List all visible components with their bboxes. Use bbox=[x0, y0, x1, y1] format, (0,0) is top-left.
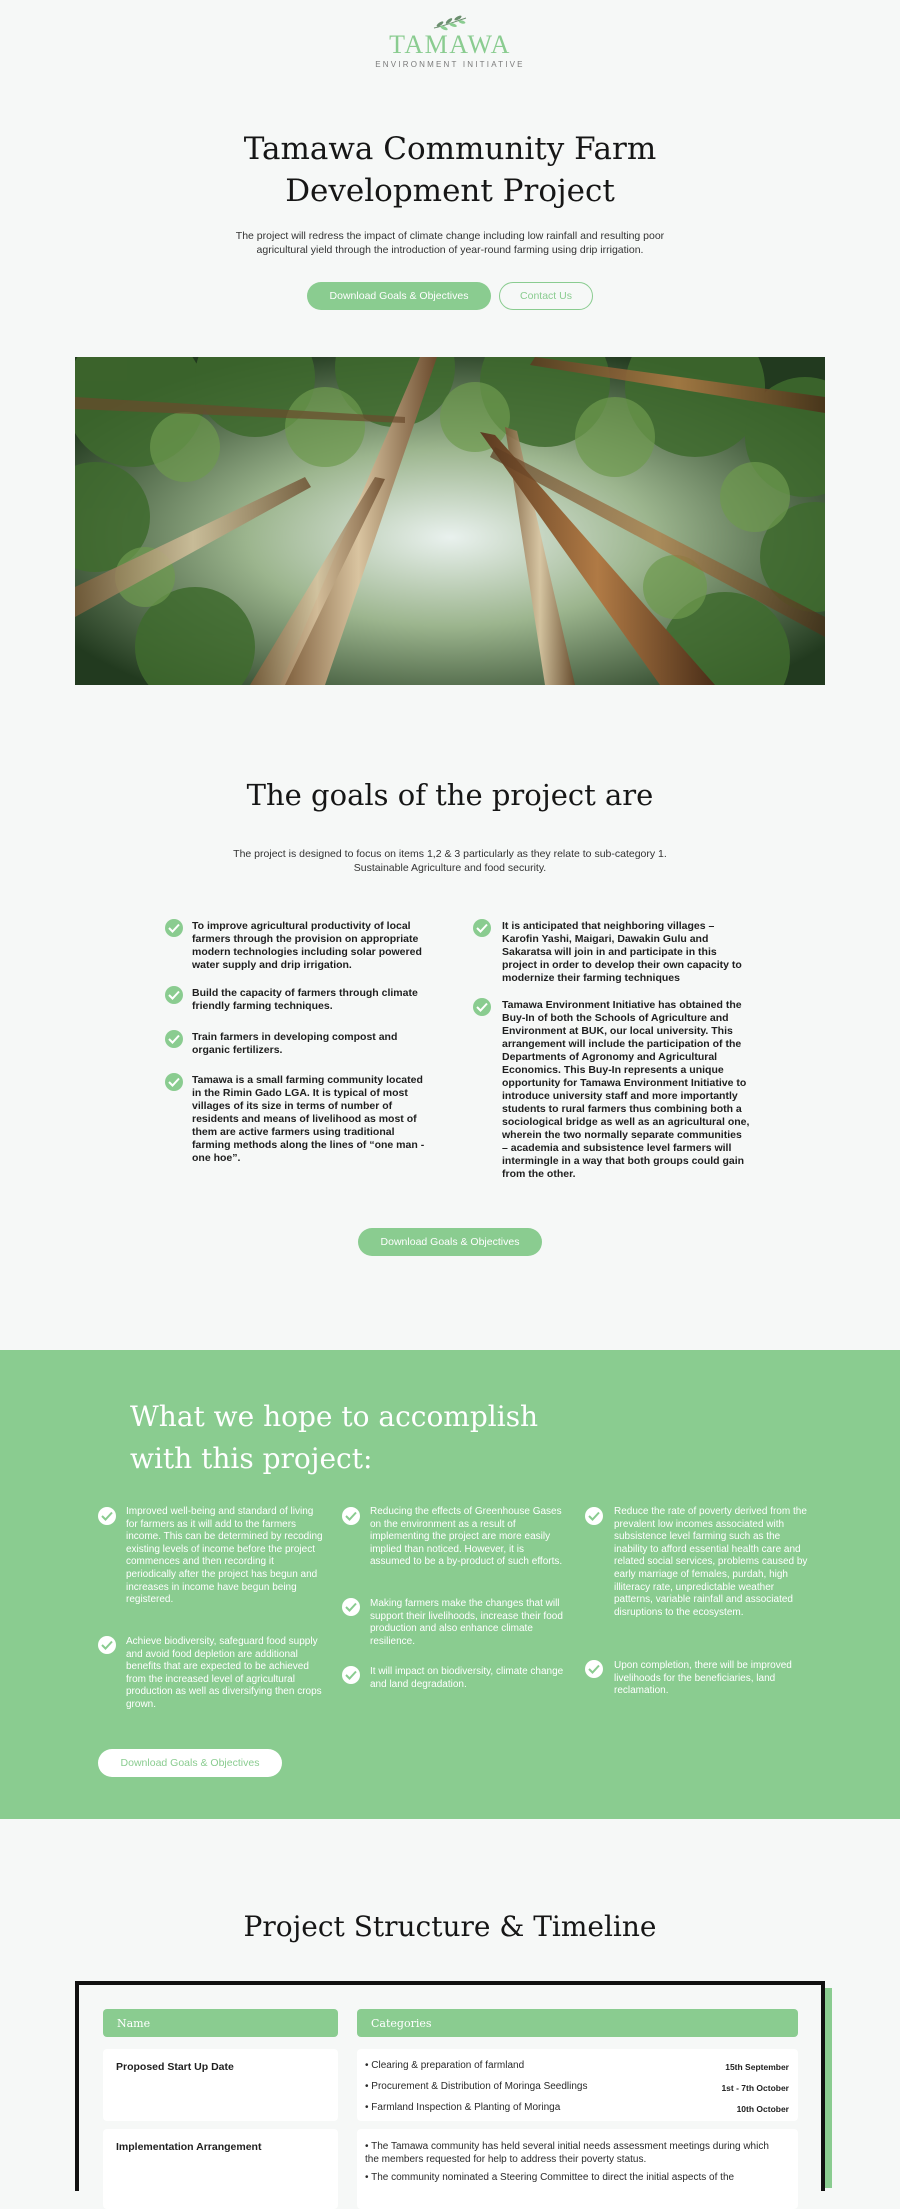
row-name: Proposed Start Up Date bbox=[116, 2061, 234, 2073]
check-icon bbox=[342, 1598, 360, 1616]
structure-heading: Project Structure & Timeline bbox=[243, 1910, 657, 1943]
column-header-name: Name bbox=[103, 2009, 338, 2037]
table-row-categories-cell: • Clearing & preparation of farmland 15t… bbox=[357, 2049, 798, 2121]
contact-us-button[interactable]: Contact Us bbox=[499, 282, 593, 310]
category-item: • Farmland Inspection & Planting of Mori… bbox=[365, 2102, 561, 2113]
check-icon bbox=[98, 1507, 116, 1525]
table-row-categories-cell: • The Tamawa community has held several … bbox=[357, 2129, 798, 2209]
check-icon bbox=[585, 1507, 603, 1525]
goals-heading: The goals of the project are bbox=[246, 778, 654, 812]
accomplish-heading: What we hope to accomplish with this pro… bbox=[130, 1400, 539, 1475]
column-header-categories: Categories bbox=[357, 2009, 798, 2037]
check-icon bbox=[165, 986, 183, 1004]
goal-item: It is anticipated that neighboring villa… bbox=[502, 920, 742, 984]
row-name: Implementation Arrangement bbox=[116, 2141, 262, 2153]
logo-tagline: ENVIRONMENT INITIATIVE bbox=[375, 60, 525, 69]
accomplish-item: Reduce the rate of poverty derived from … bbox=[614, 1506, 808, 1618]
hero-image bbox=[75, 357, 825, 685]
download-goals-button[interactable]: Download Goals & Objectives bbox=[307, 282, 491, 310]
category-text: The community nominated a Steering Commi… bbox=[371, 2172, 735, 2183]
logo-wordmark: TAMAWA bbox=[389, 30, 511, 59]
check-icon bbox=[473, 998, 491, 1016]
check-icon bbox=[98, 1636, 116, 1654]
goal-item: Build the capacity of farmers through cl… bbox=[192, 987, 418, 1012]
check-icon bbox=[473, 919, 491, 937]
table-row-name-cell: Proposed Start Up Date bbox=[103, 2049, 338, 2121]
accomplish-item: Upon completion, there will be improved … bbox=[614, 1660, 792, 1697]
download-goals-button[interactable]: Download Goals & Objectives bbox=[358, 1228, 542, 1256]
category-item: • Procurement & Distribution of Moringa … bbox=[365, 2081, 588, 2092]
accomplish-item: It will impact on biodiversity, climate … bbox=[370, 1666, 564, 1690]
timeline-table: Name Categories Proposed Start Up Date •… bbox=[75, 1981, 825, 2209]
category-date: 1st - 7th October bbox=[721, 2083, 789, 2093]
goal-item: To improve agricultural productivity of … bbox=[192, 920, 422, 971]
category-text: Procurement & Distribution of Moringa Se… bbox=[371, 2081, 588, 2092]
goal-item: Tamawa is a small farming community loca… bbox=[192, 1074, 425, 1164]
category-date: 10th October bbox=[736, 2104, 789, 2114]
goal-item: Tamawa Environment Initiative has obtain… bbox=[502, 999, 750, 1180]
table-row-name-cell: Implementation Arrangement bbox=[103, 2129, 338, 2209]
category-text: The Tamawa community has held several in… bbox=[365, 2141, 769, 2165]
category-text: Clearing & preparation of farmland bbox=[371, 2060, 525, 2071]
check-icon bbox=[342, 1507, 360, 1525]
logo[interactable]: TAMAWA ENVIRONMENT INITIATIVE bbox=[0, 14, 900, 69]
check-icon bbox=[342, 1666, 360, 1684]
forest-canopy-image bbox=[75, 357, 825, 685]
accomplish-item: Improved well-being and standard of livi… bbox=[126, 1506, 323, 1606]
page-title: Tamawa Community Farm Development Projec… bbox=[243, 131, 657, 209]
check-icon bbox=[165, 1030, 183, 1048]
goal-item: Train farmers in developing compost and … bbox=[192, 1031, 398, 1056]
goals-subtitle: The project is designed to focus on item… bbox=[233, 848, 667, 874]
check-icon bbox=[585, 1660, 603, 1678]
category-item: • The Tamawa community has held several … bbox=[365, 2141, 769, 2165]
category-item: • Clearing & preparation of farmland bbox=[365, 2060, 525, 2071]
accomplish-item: Making farmers make the changes that wil… bbox=[370, 1598, 563, 1647]
accomplish-item: Achieve biodiversity, safeguard food sup… bbox=[126, 1636, 322, 1710]
check-icon bbox=[165, 1073, 183, 1091]
hero-subtitle: The project will redress the impact of c… bbox=[235, 230, 665, 256]
category-date: 15th September bbox=[725, 2062, 789, 2072]
download-goals-button[interactable]: Download Goals & Objectives bbox=[98, 1749, 282, 1777]
accomplish-item: Reducing the effects of Greenhouse Gases… bbox=[370, 1506, 563, 1568]
category-item: • The community nominated a Steering Com… bbox=[365, 2172, 735, 2183]
category-text: Farmland Inspection & Planting of Moring… bbox=[371, 2102, 561, 2113]
check-icon bbox=[165, 919, 183, 937]
